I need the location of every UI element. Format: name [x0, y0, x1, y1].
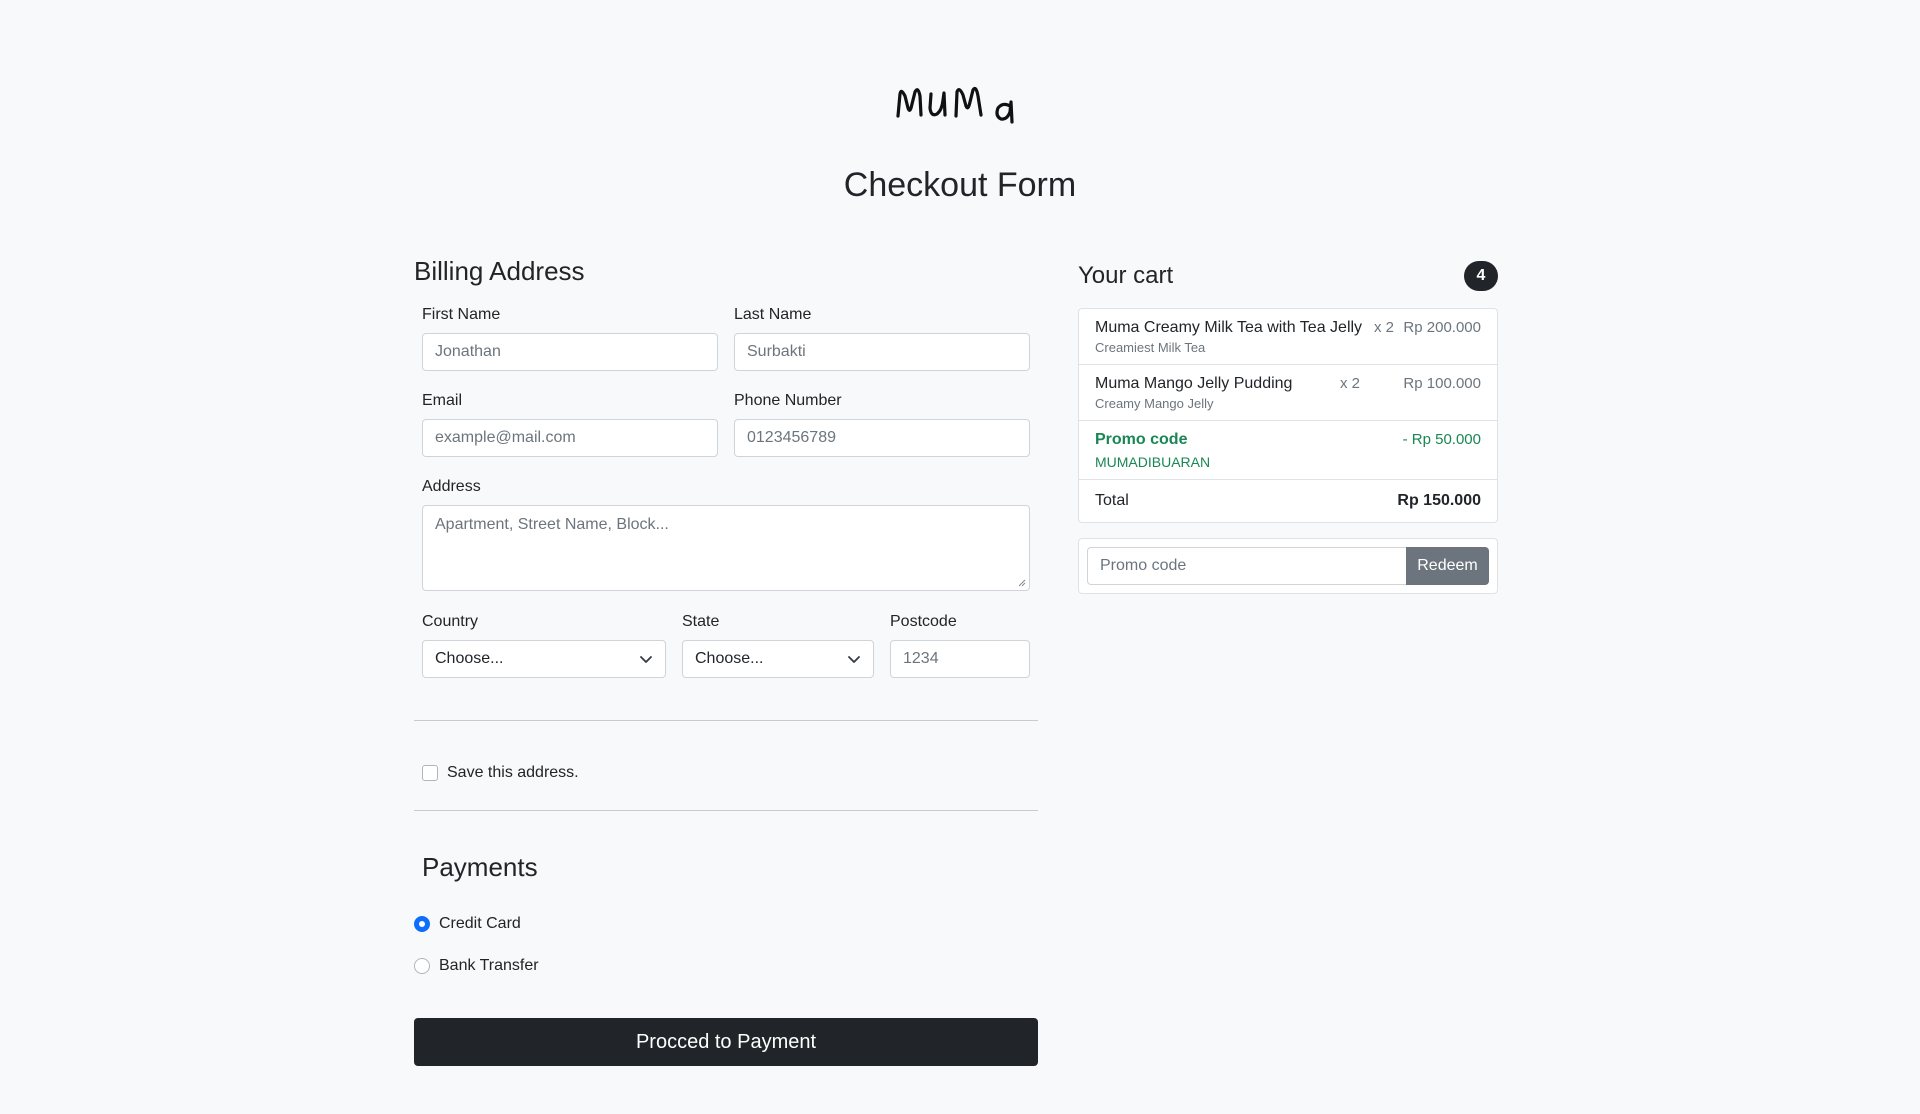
cart-item-description: Creamiest Milk Tea: [1095, 340, 1206, 355]
cart-list: Muma Creamy Milk Tea with Tea Jelly Crea…: [1078, 308, 1498, 523]
address-textarea[interactable]: [435, 516, 1017, 586]
first-name-field[interactable]: [422, 333, 718, 371]
save-address-checkbox[interactable]: [422, 765, 438, 781]
email-label: Email: [422, 392, 463, 409]
proceed-to-payment-button[interactable]: Procced to Payment: [414, 1018, 1038, 1066]
promo-code-field[interactable]: [1087, 547, 1407, 585]
promo-amount: - Rp 50.000: [1402, 431, 1481, 448]
state-value: Choose...: [695, 650, 764, 667]
address-label: Address: [422, 478, 481, 495]
billing-section: Billing Address: [414, 256, 1038, 287]
bank-transfer-label: Bank Transfer: [439, 957, 539, 974]
total-row: Total Rp 150.000: [1079, 480, 1497, 522]
email-group: Email: [422, 392, 718, 457]
phone-label: Phone Number: [734, 392, 842, 409]
email-input[interactable]: [435, 429, 705, 447]
cart-item: Muma Mango Jelly Pudding Creamy Mango Je…: [1079, 365, 1497, 421]
cart-title: Your cart: [1078, 262, 1174, 289]
country-group: Country Choose...: [422, 613, 666, 678]
save-address-label: Save this address.: [447, 764, 579, 781]
last-name-label: Last Name: [734, 306, 812, 323]
promo-row: Promo code MUMADIBUARAN - Rp 50.000: [1079, 421, 1497, 480]
cart-count-badge: 4: [1464, 261, 1498, 291]
redeem-button[interactable]: Redeem: [1406, 547, 1489, 585]
chevron-down-icon: [640, 656, 652, 663]
credit-card-radio[interactable]: [414, 916, 430, 932]
payment-option-bank-transfer[interactable]: Bank Transfer: [414, 957, 539, 975]
credit-card-label: Credit Card: [439, 915, 521, 932]
phone-input[interactable]: [747, 429, 1017, 447]
promo-code: MUMADIBUARAN: [1095, 454, 1211, 470]
first-name-label: First Name: [422, 306, 501, 323]
postcode-label: Postcode: [890, 613, 957, 630]
country-value: Choose...: [435, 650, 504, 667]
cart-item-qty: x 2: [1374, 319, 1395, 336]
promo-label: Promo code: [1095, 431, 1188, 448]
muma-logo: [896, 86, 1014, 124]
cart-item-name: Muma Mango Jelly Pudding: [1095, 375, 1293, 392]
payment-option-credit-card[interactable]: Credit Card: [414, 915, 521, 933]
first-name-group: First Name: [422, 306, 718, 371]
payments-title: Payments: [422, 852, 538, 882]
page-title: Checkout Form: [843, 166, 1077, 204]
state-group: State Choose...: [682, 613, 874, 678]
last-name-group: Last Name: [734, 306, 1030, 371]
address-group: Address: [422, 478, 1030, 591]
divider: [414, 720, 1038, 721]
promo-code-input[interactable]: [1100, 557, 1395, 575]
postcode-field[interactable]: [890, 640, 1030, 678]
phone-group: Phone Number: [734, 392, 1030, 457]
state-select[interactable]: Choose...: [682, 640, 874, 678]
save-address-option[interactable]: Save this address.: [422, 764, 579, 782]
last-name-input[interactable]: [747, 343, 1017, 361]
promo-form: Redeem: [1078, 538, 1498, 594]
postcode-group: Postcode: [890, 613, 1030, 678]
cart-item-qty: x 2: [1340, 375, 1361, 392]
resize-grip-icon[interactable]: [1018, 579, 1026, 587]
total-value: Rp 150.000: [1397, 492, 1481, 509]
cart-section: Your cart 4 Muma Creamy Milk Tea with Te…: [1078, 260, 1498, 594]
postcode-input[interactable]: [903, 650, 1017, 668]
last-name-field[interactable]: [734, 333, 1030, 371]
country-label: Country: [422, 613, 479, 630]
total-label: Total: [1095, 492, 1129, 509]
state-label: State: [682, 613, 720, 630]
billing-title: Billing Address: [414, 256, 585, 286]
chevron-down-icon: [848, 656, 860, 663]
bank-transfer-radio[interactable]: [414, 958, 430, 974]
email-field[interactable]: [422, 419, 718, 457]
cart-item-price: Rp 100.000: [1403, 375, 1481, 392]
cart-header: Your cart 4: [1078, 260, 1498, 292]
country-select[interactable]: Choose...: [422, 640, 666, 678]
address-field[interactable]: [422, 505, 1030, 591]
cart-item: Muma Creamy Milk Tea with Tea Jelly Crea…: [1079, 309, 1497, 365]
cart-item-description: Creamy Mango Jelly: [1095, 396, 1214, 411]
divider: [414, 810, 1038, 811]
cart-item-name: Muma Creamy Milk Tea with Tea Jelly: [1095, 319, 1363, 336]
cart-item-price: Rp 200.000: [1403, 319, 1481, 336]
first-name-input[interactable]: [435, 343, 705, 361]
phone-field[interactable]: [734, 419, 1030, 457]
